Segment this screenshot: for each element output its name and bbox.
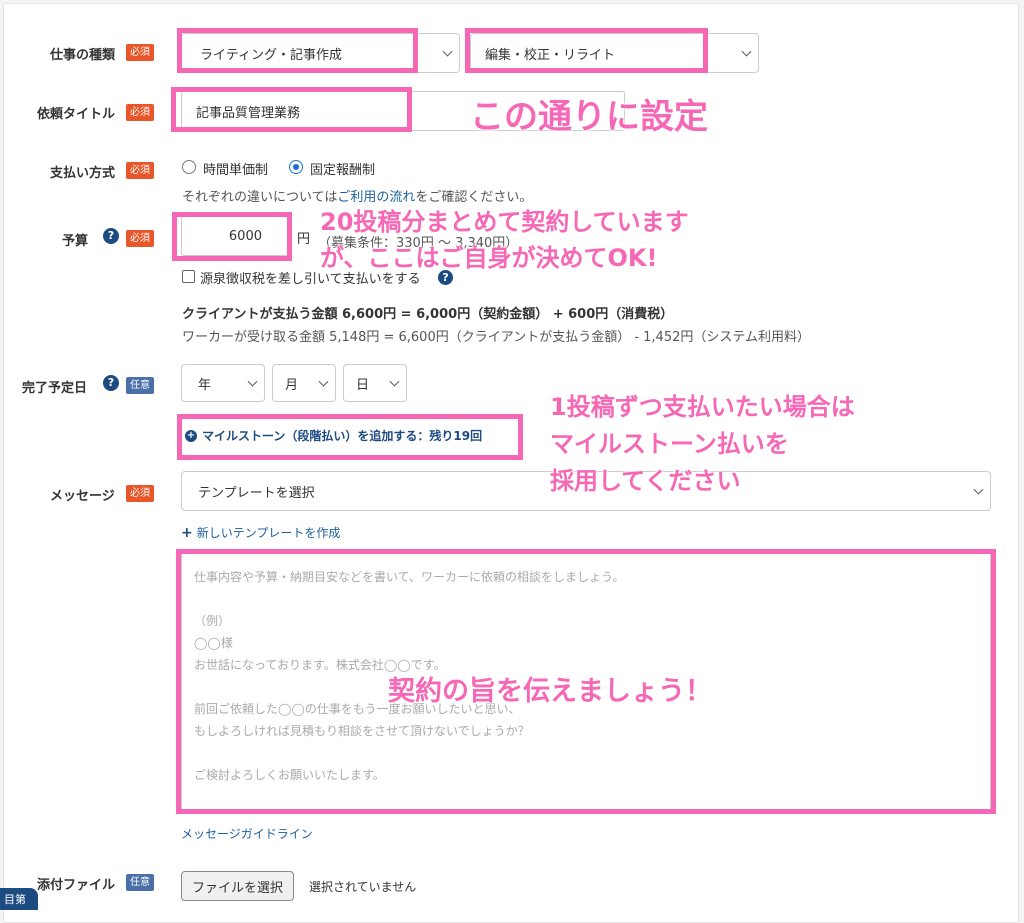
title-label: 依頼タイトル [37, 107, 116, 122]
message-guideline-link[interactable]: メッセージガイドライン [181, 825, 313, 842]
job-category-value: ライティング・記事作成 [200, 47, 342, 63]
job-subcategory-value: 編集・校正・リライト [485, 47, 616, 63]
annotation-setting: この通りに設定 [470, 97, 708, 137]
annotation-milestone-2: マイルストーン払いを [550, 430, 789, 458]
fixed-radio-label[interactable]: 固定報酬制 [310, 159, 375, 178]
title-value: 記事品質管理業務 [196, 105, 301, 121]
client-pays-amount: クライアントが支払う金額 6,600円 = 6,000円（契約金額） + 600… [182, 307, 674, 322]
budget-input[interactable]: 6000 [181, 216, 289, 256]
annotation-milestone-3: 採用してください [550, 467, 741, 495]
job-category-select[interactable]: ライティング・記事作成 [181, 33, 460, 73]
annotation-budget-1: 20投稿分まとめて契約しています [320, 208, 689, 236]
job-type-label: 仕事の種類 [50, 48, 116, 63]
add-milestone-button[interactable]: + マイルストーン（段階払い）を追加する：残り19回 [185, 427, 482, 444]
template-select-value: テンプレートを選択 [198, 485, 315, 501]
add-milestone-label: マイルストーン（段階払い）を追加する：残り19回 [202, 429, 483, 443]
chevron-down-icon [247, 376, 258, 387]
worker-receives-amount: ワーカーが受け取る金額 5,148円 = 6,600円（クライアントが支払う金額… [182, 330, 810, 345]
help-icon[interactable]: ? [103, 375, 119, 391]
due-day-select[interactable]: 日 [343, 364, 407, 402]
due-month-value: 月 [285, 377, 299, 393]
file-select-label: ファイルを選択 [192, 880, 284, 896]
job-subcategory-select[interactable]: 編集・校正・リライト [470, 33, 759, 73]
new-template-label: 新しいテンプレートを作成 [196, 526, 341, 540]
placeholder-line: （例） [194, 614, 231, 628]
placeholder-line: ◯◯様 [194, 636, 233, 650]
chevron-down-icon [318, 376, 329, 387]
due-year-value: 年 [198, 377, 212, 393]
attachment-label: 添付ファイル [37, 878, 116, 893]
due-month-select[interactable]: 月 [272, 364, 336, 402]
file-status: 選択されていません [309, 880, 417, 894]
required-badge: 必須 [126, 162, 154, 179]
corner-badge: 目第 [0, 888, 38, 910]
message-label: メッセージ [50, 489, 115, 504]
required-badge: 必須 [126, 230, 154, 247]
plus-icon: + [181, 524, 193, 541]
placeholder-line: 仕事内容や予算・納期目安などを書いて、ワーカーに依頼の相談をしましょう。 [194, 570, 625, 584]
placeholder-line: もしよろしければ見積もり相談をさせて頂けないでしょうか？ [194, 724, 530, 738]
required-badge: 必須 [126, 44, 154, 61]
new-template-link[interactable]: + 新しいテンプレートを作成 [181, 524, 340, 541]
due-date-label: 完了予定日 [22, 381, 88, 396]
payment-note-prefix: それぞれの違いについては [182, 190, 338, 205]
required-badge: 必須 [126, 485, 154, 502]
required-badge: 必須 [126, 104, 154, 121]
annotation-message: 契約の旨を伝えましょう！ [388, 676, 712, 707]
hourly-radio[interactable] [182, 160, 196, 174]
optional-badge: 任意 [126, 377, 154, 394]
plus-circle-icon: + [185, 429, 197, 442]
fixed-radio[interactable] [289, 160, 303, 174]
chevron-down-icon [442, 46, 453, 57]
file-select-button[interactable]: ファイルを選択 [181, 871, 295, 901]
help-icon[interactable]: ? [103, 228, 119, 244]
due-year-select[interactable]: 年 [181, 364, 265, 402]
budget-label: 予算 [62, 234, 89, 249]
optional-badge: 任意 [126, 874, 154, 891]
withholding-checkbox[interactable] [182, 270, 195, 283]
annotation-milestone-1: 1投稿ずつ支払いたい場合は [550, 393, 855, 421]
placeholder-line: ご検討よろしくお願いいたします。 [194, 768, 385, 782]
payment-label: 支払い方式 [50, 166, 116, 181]
chevron-down-icon [973, 484, 984, 495]
chevron-down-icon [389, 376, 400, 387]
yen-unit: 円 [297, 232, 311, 247]
chevron-down-icon [741, 46, 752, 57]
budget-value: 6000 [228, 228, 262, 244]
due-day-value: 日 [356, 377, 370, 393]
hourly-radio-label[interactable]: 時間単価制 [203, 159, 268, 178]
annotation-budget-2: が、ここはご自身が決めてOK! [320, 244, 658, 272]
